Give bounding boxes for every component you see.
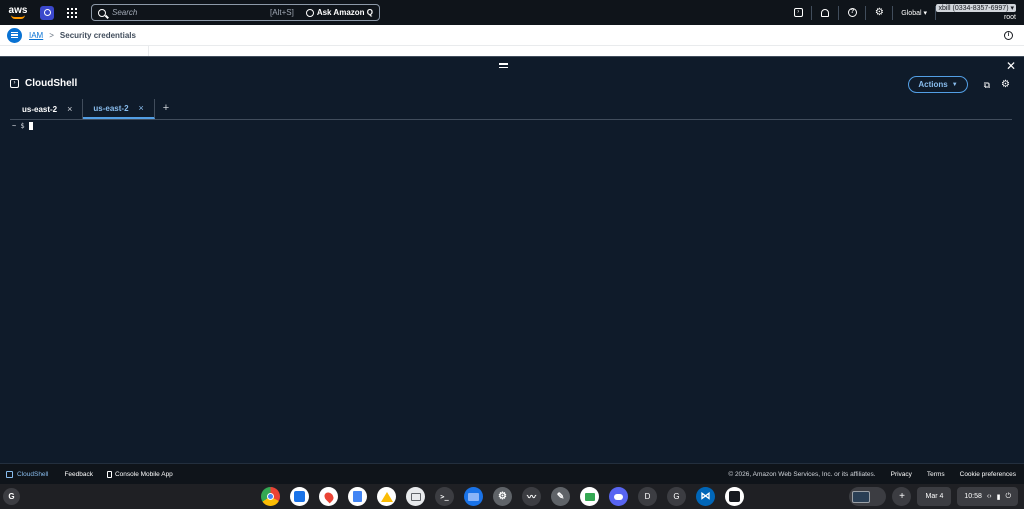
services-grid-icon[interactable] xyxy=(67,7,77,18)
service-icon[interactable] xyxy=(40,5,54,20)
feedback-link[interactable]: Feedback xyxy=(64,471,93,478)
clock-time: 10:58 xyxy=(964,493,982,500)
bell-icon xyxy=(821,8,830,17)
gear-icon[interactable]: ⚙ xyxy=(1001,79,1010,90)
terminal-icon: › xyxy=(10,79,19,88)
gear-icon: ⚙ xyxy=(874,7,884,18)
info-icon[interactable]: i xyxy=(1004,30,1013,40)
cloudshell-title: CloudShell xyxy=(25,78,78,89)
cloudshell-header: › CloudShell xyxy=(10,78,77,89)
terms-link[interactable]: Terms xyxy=(927,471,945,478)
terminal-output[interactable]: ~ $ xyxy=(12,122,33,130)
user-name: root xyxy=(1003,14,1016,21)
privacy-link[interactable]: Privacy xyxy=(891,471,912,478)
tab-us-east-2-2[interactable]: us-east-2 × xyxy=(83,99,155,119)
page-content-strip xyxy=(0,46,1024,56)
maps-icon[interactable] xyxy=(319,487,338,506)
stocks-icon[interactable]: 〰 xyxy=(522,487,541,506)
breadcrumb-current: Security credentials xyxy=(59,30,136,40)
terminal-tabs: us-east-2 × us-east-2 × + xyxy=(12,97,169,119)
a-app-icon[interactable] xyxy=(725,487,744,506)
chrome-icon[interactable] xyxy=(261,487,280,506)
network-icon: ‹› xyxy=(986,493,992,500)
terminal-cursor xyxy=(28,122,33,130)
terminal-icon: › xyxy=(793,8,803,17)
cookie-preferences-link[interactable]: Cookie preferences xyxy=(960,471,1016,478)
calendar-icon[interactable] xyxy=(290,487,309,506)
add-tab-button[interactable]: + xyxy=(163,102,169,114)
mobile-phone-icon xyxy=(106,470,112,478)
screen-capture-icon[interactable] xyxy=(406,487,425,506)
footer-cloudshell-button[interactable]: CloudShell xyxy=(6,470,48,478)
os-shelf: G >_ ⚙ 〰 ✎ D G ⋈ + Mar 4 10:58 ‹› ▮ ⏻ xyxy=(0,484,1024,509)
discord-icon[interactable] xyxy=(609,487,628,506)
power-icon: ⏻ xyxy=(1005,492,1011,500)
cloudshell-panel: ✕ › CloudShell Actions ▼ ⧉ ⚙ us-east-2 ×… xyxy=(0,56,1024,463)
breadcrumb-bar: IAM > Security credentials i xyxy=(0,25,1024,46)
actions-button[interactable]: Actions ▼ xyxy=(908,76,968,93)
breadcrumb-iam-link[interactable]: IAM xyxy=(29,31,43,40)
status-tray: + Mar 4 10:58 ‹› ▮ ⏻ xyxy=(849,487,1018,506)
amazon-q-icon xyxy=(305,8,314,17)
terminal-icon xyxy=(6,470,13,478)
caret-down-icon: ▼ xyxy=(951,81,958,88)
cloudshell-nav-button[interactable]: › xyxy=(785,8,811,17)
launcher-button[interactable]: G xyxy=(3,488,20,505)
battery-icon: ▮ xyxy=(996,493,1001,501)
settings-button[interactable]: ⚙ xyxy=(866,7,892,18)
vscode-icon[interactable]: ⋈ xyxy=(696,487,715,506)
window-preview[interactable] xyxy=(849,487,887,506)
search-shortcut: [Alt+S] xyxy=(270,8,294,17)
region-selector[interactable]: Global ▾ xyxy=(893,9,935,17)
account-menu[interactable]: xbill (0334-8357-6997) ▾ root xyxy=(936,0,1024,25)
console-footer: CloudShell Feedback Console Mobile App ©… xyxy=(0,463,1024,484)
tab-us-east-2-1[interactable]: us-east-2 × xyxy=(12,99,84,119)
system-status-button[interactable]: 10:58 ‹› ▮ ⏻ xyxy=(957,487,1018,506)
settings-app-icon[interactable]: ⚙ xyxy=(493,487,512,506)
d-app-icon[interactable]: D xyxy=(638,487,657,506)
drive-icon[interactable] xyxy=(377,487,396,506)
terminal-app-icon[interactable]: >_ xyxy=(435,487,454,506)
g-app-icon[interactable]: G xyxy=(667,487,686,506)
close-icon[interactable]: ✕ xyxy=(1006,59,1016,73)
search-icon xyxy=(98,8,106,17)
close-tab-icon[interactable]: × xyxy=(139,103,144,113)
copyright-text: © 2026, Amazon Web Services, Inc. or its… xyxy=(728,470,876,478)
console-mobile-app-link[interactable]: Console Mobile App xyxy=(106,470,173,478)
aws-logo[interactable]: aws xyxy=(7,3,29,23)
help-icon: ? xyxy=(847,8,857,17)
search-placeholder: Search xyxy=(112,8,138,17)
ask-amazon-q-button[interactable]: Ask Amazon Q xyxy=(305,8,373,17)
files-icon[interactable] xyxy=(464,487,483,506)
tools-icon[interactable]: ✎ xyxy=(551,487,570,506)
chevron-right-icon: > xyxy=(49,30,54,40)
resize-handle-icon[interactable] xyxy=(499,63,508,70)
add-icon[interactable]: + xyxy=(892,487,912,506)
aws-top-nav: aws Search [Alt+S] Ask Amazon Q › ? ⚙ Gl… xyxy=(0,0,1024,25)
notifications-button[interactable] xyxy=(812,8,838,17)
account-id: xbill (0334-8357-6997) ▾ xyxy=(936,4,1016,12)
open-new-window-icon[interactable]: ⧉ xyxy=(984,80,990,91)
side-nav-toggle[interactable] xyxy=(7,27,22,43)
docs-icon[interactable] xyxy=(348,487,367,506)
search-input[interactable]: Search [Alt+S] Ask Amazon Q xyxy=(91,4,380,21)
close-tab-icon[interactable]: × xyxy=(67,104,72,114)
date-button[interactable]: Mar 4 xyxy=(917,487,952,506)
help-button[interactable]: ? xyxy=(839,8,865,17)
meet-icon[interactable] xyxy=(580,487,599,506)
shell-prompt: ~ $ xyxy=(12,122,25,130)
shelf-apps: >_ ⚙ 〰 ✎ D G ⋈ xyxy=(261,487,744,506)
